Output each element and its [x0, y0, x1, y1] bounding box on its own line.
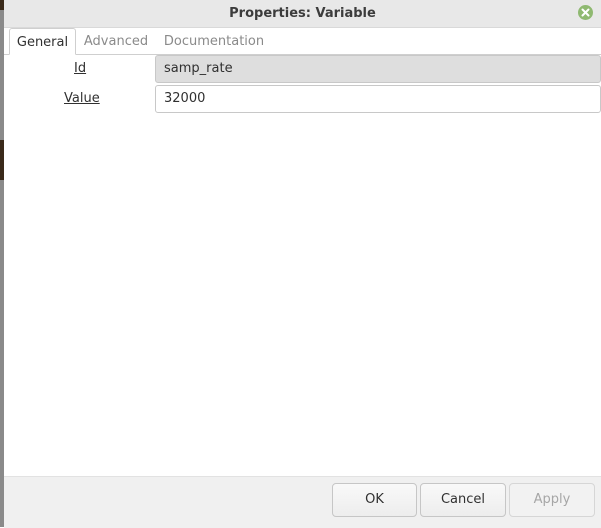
window-title: Properties: Variable: [229, 6, 376, 21]
id-label: Id: [74, 61, 87, 76]
tab-documentation[interactable]: Documentation: [162, 28, 266, 54]
properties-dialog: Properties: Variable General Advanced Do…: [0, 0, 601, 528]
cancel-button[interactable]: Cancel: [420, 483, 506, 517]
apply-button[interactable]: Apply: [509, 483, 595, 517]
close-icon: [581, 8, 590, 17]
tab-advanced[interactable]: Advanced: [80, 28, 152, 54]
tab-bar: General Advanced Documentation: [4, 28, 601, 55]
background-window-edge: [0, 0, 4, 527]
title-bar[interactable]: Properties: Variable: [4, 0, 601, 28]
value-field[interactable]: 32000: [155, 85, 601, 113]
id-field[interactable]: samp_rate: [155, 55, 601, 83]
ok-button[interactable]: OK: [332, 483, 417, 517]
close-button[interactable]: [578, 5, 593, 20]
tab-general[interactable]: General: [9, 28, 76, 55]
background-window-edge-mark: [0, 140, 4, 180]
value-label: Value: [64, 91, 100, 106]
